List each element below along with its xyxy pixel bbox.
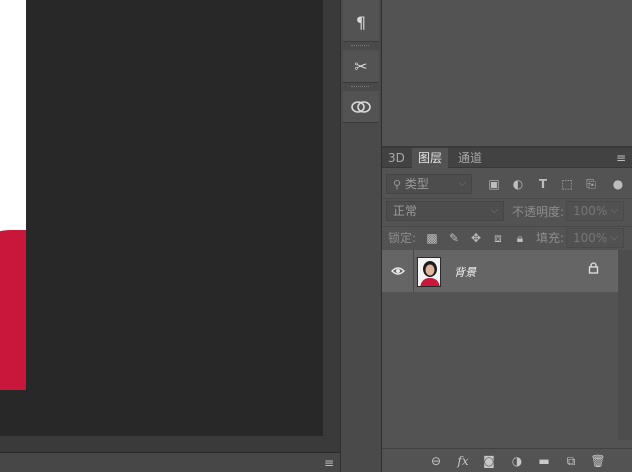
- opacity-label: 不透明度:: [512, 205, 565, 219]
- layer-filter-row: ⚲ 类型 ⌵ ▣ ◐ T ⬚ ⎘ ●: [382, 172, 632, 196]
- fill-value: 100%: [573, 231, 608, 245]
- filter-pixel-icon[interactable]: ▣: [486, 176, 502, 192]
- canvas-horizontal-scrollbar[interactable]: [0, 436, 323, 452]
- blend-mode-select[interactable]: 正常 ⌵: [386, 201, 504, 221]
- filter-smart-object-icon[interactable]: ⎘: [583, 176, 599, 192]
- photoshop-window: ≡ ¶ ✂ 3D 图层 通道 ≡ ⚲ 类型 ⌵ ▣ ◐ T ⬚ ⎘ ● 正常 ⌵…: [0, 0, 632, 472]
- portrait-thumbnail-icon: [418, 258, 440, 286]
- canvas-vertical-scrollbar[interactable]: [323, 0, 340, 452]
- new-layer-icon[interactable]: ⧉: [563, 453, 579, 469]
- delete-layer-trash-icon[interactable]: 🗑︎: [590, 453, 606, 469]
- upper-panel-empty: [382, 0, 632, 146]
- scissors-icon: ✂: [354, 56, 368, 76]
- panel-tool-strip: ¶ ✂: [340, 0, 382, 472]
- filter-shape-icon[interactable]: ⬚: [559, 176, 575, 192]
- document-canvas[interactable]: [0, 0, 323, 436]
- portrait-red-shirt: [0, 230, 26, 390]
- filter-type-icon[interactable]: T: [535, 176, 551, 192]
- blend-mode-value: 正常: [393, 204, 418, 218]
- search-icon: ⚲: [393, 178, 402, 191]
- lock-all-icon[interactable]: 🔒︎: [512, 230, 528, 246]
- tool-group-grip[interactable]: [351, 45, 369, 48]
- panel-menu-icon[interactable]: ≡: [616, 151, 626, 165]
- chevron-down-icon: ⌵: [610, 232, 618, 243]
- lock-position-icon[interactable]: ✥: [468, 230, 484, 246]
- tab-3d[interactable]: 3D: [382, 148, 411, 168]
- paragraph-panel-button[interactable]: ¶: [343, 8, 379, 36]
- layers-panel-tab-bar: 3D 图层 通道 ≡: [382, 148, 632, 168]
- lock-fill-row: 锁定: ▩ ✎ ✥ ⧈ 🔒︎ 填充: 100% ⌵: [382, 228, 632, 250]
- blend-opacity-row: 正常 ⌵ 不透明度: 100% ⌵: [382, 200, 632, 224]
- new-adjustment-layer-icon[interactable]: ◑: [509, 453, 525, 469]
- tab-layers[interactable]: 图层: [412, 148, 449, 168]
- layer-filter-kind-select[interactable]: ⚲ 类型 ⌵: [386, 174, 472, 194]
- pilcrow-icon: ¶: [355, 12, 367, 32]
- status-menu-icon[interactable]: ≡: [324, 457, 334, 469]
- chevron-down-icon: ⌵: [490, 205, 498, 216]
- status-bar: ≡: [0, 452, 340, 472]
- layer-style-fx-icon[interactable]: fx: [455, 453, 471, 469]
- opacity-input[interactable]: 100% ⌵: [566, 201, 624, 221]
- new-group-folder-icon[interactable]: ▬: [536, 453, 552, 469]
- divider: [382, 226, 632, 227]
- opacity-value: 100%: [573, 204, 608, 218]
- layer-visibility-toggle[interactable]: [382, 250, 414, 292]
- tools-panel-button[interactable]: ✂: [343, 52, 379, 80]
- chevron-down-icon: ⌵: [610, 205, 618, 216]
- filter-toggle-icon[interactable]: ●: [610, 176, 626, 192]
- tool-group-tools: ✂: [343, 50, 379, 83]
- lock-brush-icon[interactable]: ✎: [446, 230, 462, 246]
- tool-group-libraries: [343, 91, 379, 123]
- layers-scrollbar[interactable]: [618, 250, 632, 440]
- creative-cloud-libraries-button[interactable]: [343, 93, 379, 121]
- document-image: [0, 0, 26, 390]
- fill-input[interactable]: 100% ⌵: [566, 228, 624, 248]
- creative-cloud-icon: [351, 101, 371, 113]
- lock-artboard-icon[interactable]: ⧈: [490, 230, 506, 246]
- filter-kind-label: 类型: [404, 177, 429, 191]
- tool-group-grip[interactable]: [351, 86, 369, 89]
- layers-action-bar: ⊖ fx ◙ ◑ ▬ ⧉ 🗑︎: [382, 448, 632, 472]
- layer-name[interactable]: 背景: [454, 264, 476, 280]
- layers-panel: 3D 图层 通道 ≡ ⚲ 类型 ⌵ ▣ ◐ T ⬚ ⎘ ● 正常 ⌵ 不透明度:…: [382, 148, 632, 472]
- add-mask-icon[interactable]: ◙: [481, 453, 497, 469]
- layer-lock-icon[interactable]: [588, 262, 599, 277]
- chevron-down-icon: ⌵: [458, 178, 466, 189]
- lock-label: 锁定:: [388, 231, 417, 245]
- layer-thumbnail: [417, 257, 441, 287]
- divider: [382, 198, 632, 199]
- eye-icon: [390, 267, 405, 275]
- tab-channels[interactable]: 通道: [452, 148, 488, 168]
- tool-group-paragraph: ¶: [343, 0, 379, 42]
- layer-row-background[interactable]: 背景: [382, 250, 618, 292]
- fill-label: 填充:: [536, 231, 565, 245]
- filter-adjustment-icon[interactable]: ◐: [510, 176, 526, 192]
- right-panel-dock: 3D 图层 通道 ≡ ⚲ 类型 ⌵ ▣ ◐ T ⬚ ⎘ ● 正常 ⌵ 不透明度:…: [382, 0, 632, 472]
- link-layers-icon[interactable]: ⊖: [428, 453, 444, 469]
- lock-transparent-icon[interactable]: ▩: [424, 230, 440, 246]
